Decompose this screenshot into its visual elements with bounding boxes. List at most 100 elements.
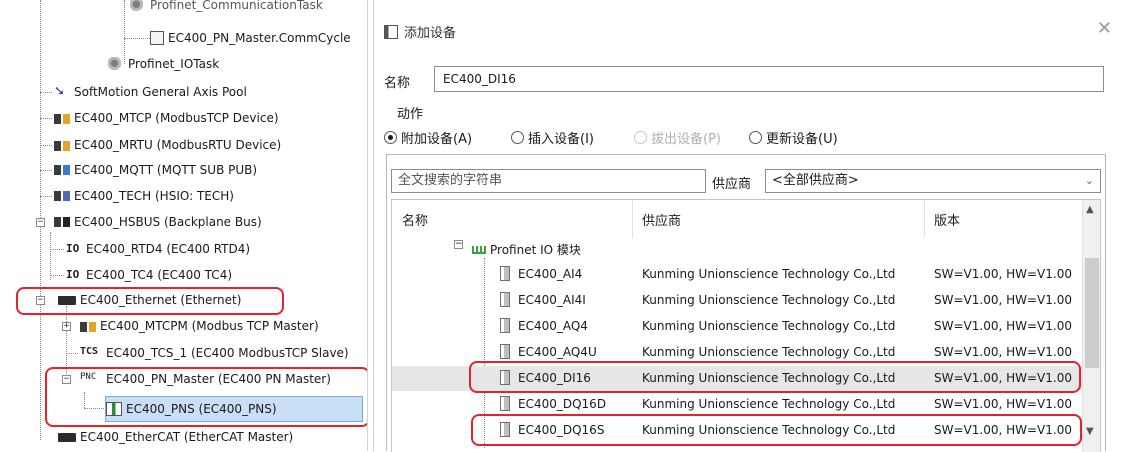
radio-icon xyxy=(634,131,647,144)
device-icon xyxy=(54,114,70,124)
name-label: 名称 xyxy=(384,76,411,91)
vertical-scrollbar[interactable]: ▲ ▼ xyxy=(1082,200,1100,452)
column-header-name[interactable]: 名称 xyxy=(402,210,428,229)
task-icon xyxy=(108,57,124,71)
tree-item-ec400-pn-master[interactable]: PNC EC400_PN_Master (EC400 PN Master) xyxy=(80,368,331,390)
row-version: SW=V1.00, HW=V1.00 xyxy=(934,267,1072,281)
tree-item-ec400-mqtt[interactable]: EC400_MQTT (MQTT SUB PUB) xyxy=(54,159,257,181)
row-version: SW=V1.00, HW=V1.00 xyxy=(934,319,1072,333)
column-header-version[interactable]: 版本 xyxy=(934,210,960,229)
radio-update-device[interactable]: 更新设备(U) xyxy=(749,128,838,147)
tree-item-ec400-hsbus[interactable]: EC400_HSBUS (Backplane Bus) xyxy=(54,211,262,233)
dialog-icon xyxy=(384,24,398,39)
collapse-toggle[interactable]: − xyxy=(454,240,463,249)
table-row[interactable]: EC400_AQ4U Kunming Unionscience Technolo… xyxy=(392,340,1084,365)
module-icon xyxy=(500,396,510,411)
scroll-down-icon[interactable]: ▼ xyxy=(1086,426,1094,437)
table-row-selected[interactable]: EC400_DI16 Kunming Unionscience Technolo… xyxy=(392,366,1084,391)
tree-item-label: EC400_TCS_1 (EC400 ModbusTCP Slave) xyxy=(106,346,349,360)
ethernet-icon xyxy=(58,295,76,305)
table-row[interactable]: EC400_AI4I Kunming Unionscience Technolo… xyxy=(392,288,1084,313)
radio-label: 拔出设备(P) xyxy=(651,132,721,147)
pns-icon xyxy=(106,402,122,416)
tree-item-label: EC400_PNS (EC400_PNS) xyxy=(126,402,277,416)
row-version: SW=V1.00, HW=V1.00 xyxy=(934,345,1072,359)
vendor-label: 供应商 xyxy=(712,177,752,192)
collapse-toggle[interactable]: − xyxy=(62,375,71,384)
row-name: EC400_AI4I xyxy=(518,293,586,307)
expand-toggle[interactable]: + xyxy=(62,322,71,331)
tree-item-label: EC400_HSBUS (Backplane Bus) xyxy=(74,215,262,229)
table-row[interactable]: EC400_DQ16D Kunming Unionscience Technol… xyxy=(392,392,1084,417)
module-icon xyxy=(500,266,510,281)
module-icon xyxy=(500,318,510,333)
row-name: EC400_DQ16S xyxy=(518,423,605,437)
pnc-icon: PNC xyxy=(80,372,97,382)
table-row[interactable]: EC400_DQ16S Kunming Unionscience Technol… xyxy=(392,418,1084,443)
device-icon xyxy=(54,165,70,175)
row-name: EC400_DQ16D xyxy=(518,397,607,411)
tree-item-label: EC400_MRTU (ModbusRTU Device) xyxy=(74,138,282,152)
collapse-toggle[interactable]: − xyxy=(36,296,45,305)
device-icon xyxy=(80,322,96,332)
tree-item-ec400-tech[interactable]: EC400_TECH (HSIO: TECH) xyxy=(54,185,234,207)
table-row[interactable]: EC400_AQ4 Kunming Unionscience Technolog… xyxy=(392,314,1084,339)
tree-item-ec400-ethercat[interactable]: EC400_EtherCAT (EtherCAT Master) xyxy=(58,426,293,448)
category-row[interactable]: − Profinet IO 模块 xyxy=(392,236,1084,261)
tree-item-label: EC400_RTD4 (EC400 RTD4) xyxy=(86,242,251,256)
radio-attach-device[interactable]: 附加设备(A) xyxy=(384,128,472,147)
row-version: SW=V1.00, HW=V1.00 xyxy=(934,397,1072,411)
tree-item-label: EC400_Ethernet (Ethernet) xyxy=(80,293,242,307)
row-version: SW=V1.00, HW=V1.00 xyxy=(934,293,1072,307)
task-icon xyxy=(130,0,146,12)
radio-icon xyxy=(384,131,397,144)
action-label: 动作 xyxy=(397,107,424,122)
tree-item-ec400-mtcpm[interactable]: EC400_MTCPM (Modbus TCP Master) xyxy=(80,315,319,337)
tree-item-commcycle[interactable]: EC400_PN_Master.CommCycle xyxy=(150,27,351,49)
column-header-vendor[interactable]: 供应商 xyxy=(642,210,681,229)
tree-item-label: SoftMotion General Axis Pool xyxy=(74,85,247,99)
tree-item-softmotion[interactable]: ➘ SoftMotion General Axis Pool xyxy=(54,81,247,103)
search-input[interactable]: 全文搜索的字符串 xyxy=(391,169,706,193)
row-vendor: Kunming Unionscience Technology Co.,Ltd xyxy=(642,397,896,411)
module-icon xyxy=(500,422,510,437)
dialog-title: 添加设备 xyxy=(384,22,456,41)
radio-icon xyxy=(511,131,524,144)
tree-item-ec400-pns[interactable]: EC400_PNS (EC400_PNS) xyxy=(105,396,363,422)
radio-plug-device: 拔出设备(P) xyxy=(634,128,721,147)
radio-insert-device[interactable]: 插入设备(I) xyxy=(511,128,594,147)
tree-item-ec400-ethernet[interactable]: EC400_Ethernet (Ethernet) xyxy=(58,289,241,311)
module-icon xyxy=(500,370,510,385)
close-icon[interactable]: ✕ xyxy=(1097,18,1112,39)
scroll-up-icon[interactable]: ▲ xyxy=(1086,204,1094,215)
tree-item-label: EC400_MTCPM (Modbus TCP Master) xyxy=(100,319,319,333)
row-name: EC400_DI16 xyxy=(518,371,591,385)
softmotion-icon: ➘ xyxy=(54,84,65,99)
tree-item-label: EC400_MQTT (MQTT SUB PUB) xyxy=(74,163,258,177)
table-row[interactable]: EC400_AI4 Kunming Unionscience Technolog… xyxy=(392,262,1084,287)
cycle-icon xyxy=(150,31,164,45)
collapse-toggle[interactable]: − xyxy=(36,218,45,227)
row-name: EC400_AQ4U xyxy=(518,345,597,359)
scroll-thumb[interactable] xyxy=(1085,258,1099,368)
row-vendor: Kunming Unionscience Technology Co.,Ltd xyxy=(642,423,896,437)
tree-item-ec400-tcs1[interactable]: TCS EC400_TCS_1 (EC400 ModbusTCP Slave) xyxy=(80,342,349,364)
tree-item-ec400-tc4[interactable]: IO EC400_TC4 (EC400 TC4) xyxy=(66,264,232,286)
tree-item-ec400-rtd4[interactable]: IO EC400_RTD4 (EC400 RTD4) xyxy=(66,238,250,260)
tree-item-ec400-mtcp[interactable]: EC400_MTCP (ModbusTCP Device) xyxy=(54,107,279,129)
name-input[interactable]: EC400_DI16 xyxy=(434,66,1104,92)
tree-item-ec400-mrtu[interactable]: EC400_MRTU (ModbusRTU Device) xyxy=(54,134,281,156)
tree-item-label: Profinet_IOTask xyxy=(128,57,220,71)
add-device-dialog: 添加设备 ✕ 名称 EC400_DI16 动作 附加设备(A) 插入设备(I) … xyxy=(373,0,1124,452)
dialog-title-text: 添加设备 xyxy=(404,26,457,41)
tree-item-profinet-iotask[interactable]: Profinet_IOTask xyxy=(108,53,219,75)
vendor-select[interactable]: <全部供应商> ⌄ xyxy=(765,169,1101,193)
io-icon: IO xyxy=(66,242,80,255)
radio-label: 插入设备(I) xyxy=(528,132,594,147)
row-vendor: Kunming Unionscience Technology Co.,Ltd xyxy=(642,293,896,307)
tree-item-communication-task[interactable]: Profinet_CommunicationTask xyxy=(130,0,323,16)
vendor-value: <全部供应商> xyxy=(772,173,859,188)
row-vendor: Kunming Unionscience Technology Co.,Ltd xyxy=(642,345,896,359)
radio-label: 附加设备(A) xyxy=(401,132,473,147)
row-name: EC400_AQ4 xyxy=(518,319,588,333)
